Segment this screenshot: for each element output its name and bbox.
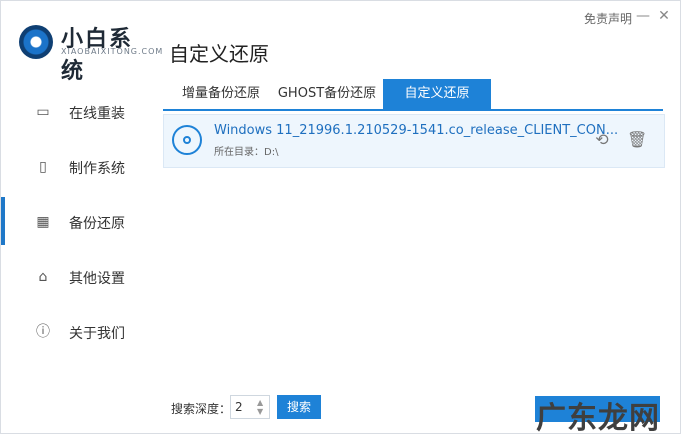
sidebar-item-label: 制作系统 <box>69 161 125 177</box>
delete-icon[interactable]: 🗑 <box>627 130 647 150</box>
restore-icon[interactable]: ⟲ <box>592 130 612 150</box>
tab-ghost-backup[interactable]: GHOST备份还原 <box>271 79 383 109</box>
grid-icon: ▦ <box>36 214 50 230</box>
watermark-text: 广东龙网 <box>536 401 660 436</box>
search-depth-stepper[interactable]: 2 ▲ ▼ <box>230 395 270 419</box>
image-file-name: Windows 11_21996.1.210529-1541.co_releas… <box>214 123 619 138</box>
tab-bar: 增量备份还原 GHOST备份还原 自定义还原 <box>163 79 663 111</box>
search-depth-value: 2 <box>235 400 243 414</box>
app-window: 免责声明 — ✕ 小白系统 XIAOBAIXITONG.COM ▭ 在线重装 ▯… <box>0 0 681 436</box>
image-file-path: 所在目录：D:\ <box>214 147 279 158</box>
info-icon: ⓘ <box>36 324 50 340</box>
close-icon[interactable]: ✕ <box>655 7 673 25</box>
chevron-down-icon[interactable]: ▼ <box>257 408 265 416</box>
page-title: 自定义还原 <box>169 42 269 66</box>
chevron-up-icon[interactable]: ▲ <box>257 399 265 407</box>
sidebar-item-backup-restore[interactable]: ▦ 备份还原 <box>1 202 156 242</box>
logo-icon <box>19 25 53 59</box>
search-depth-label: 搜索深度： <box>171 402 232 416</box>
sidebar-item-label: 关于我们 <box>69 326 125 342</box>
sidebar-item-online-reinstall[interactable]: ▭ 在线重装 <box>1 92 156 132</box>
sidebar: 小白系统 XIAOBAIXITONG.COM ▭ 在线重装 ▯ 制作系统 ▦ 备… <box>1 1 162 433</box>
search-button[interactable]: 搜索 <box>277 395 321 419</box>
sidebar-item-about[interactable]: ⓘ 关于我们 <box>1 312 156 352</box>
list-item[interactable]: Windows 11_21996.1.210529-1541.co_releas… <box>163 114 665 168</box>
disclaimer-link[interactable]: 免责声明 <box>584 10 632 27</box>
sidebar-item-make-system[interactable]: ▯ 制作系统 <box>1 147 156 187</box>
sidebar-item-label: 备份还原 <box>69 216 125 232</box>
brand-subtitle: XIAOBAIXITONG.COM <box>61 47 164 56</box>
disc-icon <box>172 125 202 155</box>
tab-incremental-backup[interactable]: 增量备份还原 <box>171 79 271 109</box>
briefcase-icon: ⌂ <box>38 269 48 285</box>
minimize-icon[interactable]: — <box>634 7 652 25</box>
sidebar-item-other-settings[interactable]: ⌂ 其他设置 <box>1 257 156 297</box>
sidebar-item-label: 其他设置 <box>69 271 125 287</box>
tab-custom-restore[interactable]: 自定义还原 <box>383 79 491 109</box>
usb-icon: ▯ <box>39 159 47 175</box>
sidebar-item-label: 在线重装 <box>69 106 125 122</box>
monitor-icon: ▭ <box>36 104 50 120</box>
